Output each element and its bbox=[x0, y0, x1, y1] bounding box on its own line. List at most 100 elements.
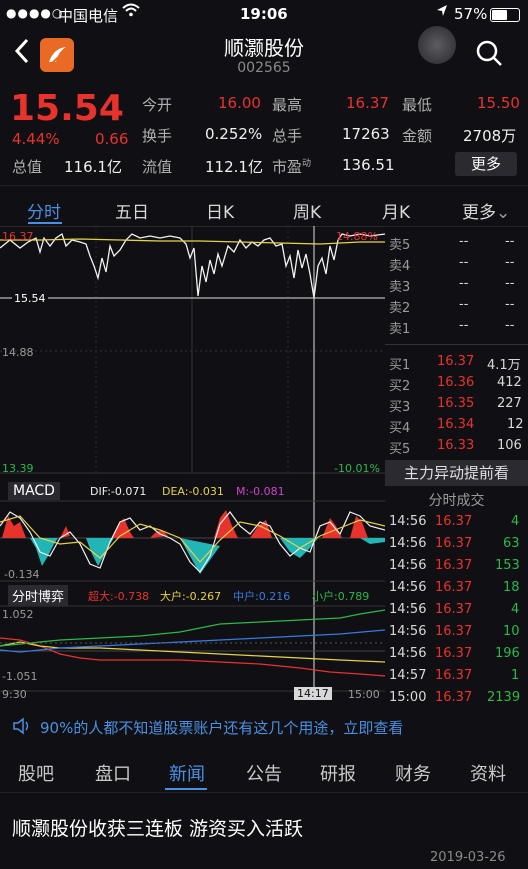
change-percent: 4.44% bbox=[12, 130, 60, 148]
tab-news[interactable]: 新闻 bbox=[169, 760, 205, 786]
battery-icon bbox=[490, 8, 520, 22]
time-cursor-label: 14:17 bbox=[294, 687, 332, 700]
time-end-label: 15:00 bbox=[348, 688, 380, 701]
speaker-icon bbox=[12, 717, 32, 739]
total-cap-value: 116.1亿 bbox=[64, 158, 122, 176]
main-force-alert-button[interactable]: 主力异动提前看 bbox=[385, 460, 528, 486]
bid-row: 买3 16.35 227 bbox=[389, 396, 522, 415]
carrier-name: 中国电信 bbox=[58, 7, 119, 25]
tab-orderflow[interactable]: 盘口 bbox=[95, 760, 131, 786]
book-divider bbox=[385, 344, 528, 345]
tick-row: 14:56 16.37 4 bbox=[389, 602, 520, 617]
game-large: 大户:-0.267 bbox=[160, 590, 222, 603]
price-bottom-label: 13.39 bbox=[2, 462, 34, 475]
tab-intraday[interactable]: 分时 bbox=[27, 198, 61, 223]
time-start-label: 9:30 bbox=[2, 688, 27, 701]
page-title: 顺灏股份 bbox=[224, 36, 304, 60]
battery-percent: 57% bbox=[454, 5, 488, 23]
float-cap-value: 112.1亿 bbox=[205, 158, 263, 176]
clock: 19:06 bbox=[240, 5, 288, 23]
tab-financials[interactable]: 财务 bbox=[395, 760, 431, 786]
current-price: 15.54 bbox=[10, 88, 124, 129]
tick-row: 14:56 16.37 4 bbox=[389, 514, 520, 529]
small-line bbox=[0, 609, 386, 647]
super-line bbox=[0, 637, 386, 677]
volume-label: 总手 bbox=[272, 127, 303, 145]
detail-tabs: 股吧 盘口 新闻 公告 研报 财务 资料 bbox=[0, 750, 528, 793]
tick-row: 14:56 16.37 18 bbox=[389, 580, 520, 595]
stock-code: 002565 bbox=[237, 60, 291, 76]
tab-announcements[interactable]: 公告 bbox=[246, 760, 282, 786]
game-label[interactable]: 分时博弈 bbox=[8, 585, 69, 606]
tick-row: 14:56 16.37 10 bbox=[389, 624, 520, 639]
volume-value: 17263 bbox=[342, 125, 390, 143]
more-quote-button[interactable]: 更多 bbox=[455, 152, 517, 176]
low-label: 最低 bbox=[402, 96, 433, 114]
high-label: 最高 bbox=[272, 96, 303, 114]
tab-profile[interactable]: 资料 bbox=[470, 760, 506, 786]
float-cap-label: 流值 bbox=[142, 158, 173, 176]
turnover-value: 0.252% bbox=[205, 125, 263, 143]
tab-monthly-k[interactable]: 月K bbox=[382, 198, 410, 223]
signal-icon: ●●●●○ bbox=[6, 6, 64, 20]
tab-more[interactable]: 更多⌄ bbox=[462, 198, 510, 223]
open-value: 16.00 bbox=[218, 94, 261, 112]
news-item-date: 2019-03-26 bbox=[430, 850, 506, 865]
pct-top-label: 14.88% bbox=[336, 230, 378, 243]
bid-row: 买5 16.33 106 bbox=[389, 438, 522, 457]
ask-row: 卖1 -- -- bbox=[389, 318, 515, 337]
macd-label[interactable]: MACD bbox=[8, 482, 60, 500]
location-icon bbox=[436, 4, 448, 22]
open-label: 今开 bbox=[142, 96, 173, 114]
macd-m: M:-0.081 bbox=[236, 485, 285, 498]
tab-forum[interactable]: 股吧 bbox=[18, 760, 54, 786]
ask-row: 卖5 -- -- bbox=[389, 234, 515, 253]
pe-label: 市盈动 bbox=[272, 158, 312, 176]
tab-daily-k[interactable]: 日K bbox=[206, 198, 234, 223]
tick-row: 14:56 16.37 153 bbox=[389, 558, 520, 573]
turnover-label: 换手 bbox=[142, 127, 173, 145]
ask-row: 卖4 -- -- bbox=[389, 255, 515, 274]
chart-tabs: 分时 五日 日K 周K 月K 更多⌄ bbox=[0, 185, 528, 227]
mid-line bbox=[0, 629, 386, 653]
intraday-chart[interactable]: 16.37 14.88% 15.54 14.88 13.39 -10.01% M… bbox=[0, 225, 386, 706]
macd-histogram bbox=[2, 510, 385, 574]
game-super: 超大:-0.738 bbox=[88, 590, 150, 603]
tab-five-day[interactable]: 五日 bbox=[115, 198, 149, 223]
bottom-tab-underline bbox=[165, 788, 207, 790]
tick-row: 14:57 16.37 1 bbox=[389, 668, 520, 683]
tick-row: 14:56 16.37 196 bbox=[389, 646, 520, 661]
game-bottom-label: -1.051 bbox=[2, 670, 38, 683]
ad-text: 90%的人都不知道股票账户还有这几个用途，立即查看 bbox=[40, 719, 404, 737]
game-top-label: 1.052 bbox=[2, 608, 34, 621]
macd-low-label: -0.134 bbox=[4, 568, 40, 581]
pe-value: 136.51 bbox=[342, 156, 395, 174]
tab-weekly-k[interactable]: 周K bbox=[293, 198, 321, 223]
chart-svg bbox=[0, 225, 386, 692]
pct-bottom-label: -10.01% bbox=[334, 462, 380, 475]
game-mid: 中户:0.216 bbox=[233, 590, 291, 603]
status-bar: ●●●●○ 中国电信 19:06 57% bbox=[0, 0, 528, 28]
tick-row: 14:56 16.37 63 bbox=[389, 536, 520, 551]
bid-row: 买4 16.34 12 bbox=[389, 417, 524, 436]
bid-row: 买1 16.37 4.1万 bbox=[389, 354, 521, 373]
ad-banner[interactable]: 90%的人都不知道股票账户还有这几个用途，立即查看 bbox=[0, 710, 528, 742]
price-top-label: 16.37 bbox=[2, 230, 34, 243]
macd-dif: DIF:-0.071 bbox=[90, 485, 147, 498]
tab-research[interactable]: 研报 bbox=[320, 760, 356, 786]
ask-row: 卖3 -- -- bbox=[389, 276, 515, 295]
change-amount: 0.66 bbox=[95, 130, 129, 148]
ask-row: 卖2 -- -- bbox=[389, 297, 515, 316]
news-item-title[interactable]: 顺灏股份收获三连板 游资买入活跃 bbox=[12, 814, 303, 841]
tick-row: 15:00 16.37 2139 bbox=[389, 690, 521, 705]
amount-value: 2708万 bbox=[463, 127, 517, 145]
search-icon[interactable] bbox=[474, 38, 504, 68]
high-value: 16.37 bbox=[346, 94, 389, 112]
game-small: 小户:0.789 bbox=[312, 590, 370, 603]
tab-underline bbox=[28, 222, 62, 224]
total-cap-label: 总值 bbox=[12, 158, 43, 176]
wifi-icon bbox=[122, 3, 140, 21]
large-line bbox=[0, 641, 386, 663]
low-value: 15.50 bbox=[477, 94, 520, 112]
cursor-price-label: 15.54 bbox=[12, 292, 48, 305]
